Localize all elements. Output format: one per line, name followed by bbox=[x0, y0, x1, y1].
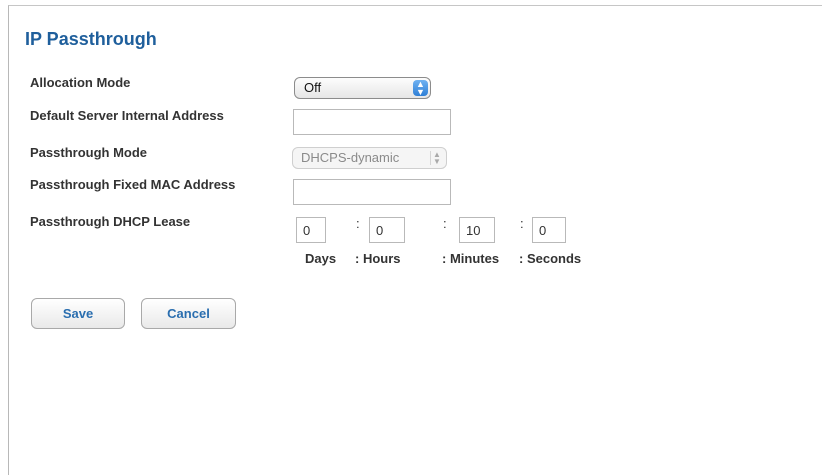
select-arrows-icon: ▲ ▼ bbox=[430, 151, 443, 166]
lease-days-input[interactable] bbox=[296, 217, 326, 243]
allocation-mode-select[interactable]: Off ▲ ▼ bbox=[294, 77, 431, 99]
save-button[interactable]: Save bbox=[31, 298, 125, 329]
default-server-address-input[interactable] bbox=[293, 109, 451, 135]
lease-colon: : bbox=[520, 216, 524, 231]
lease-days-unit: Days bbox=[305, 251, 337, 266]
cancel-button[interactable]: Cancel bbox=[141, 298, 236, 329]
allocation-mode-label: Allocation Mode bbox=[30, 75, 131, 90]
lease-colon: : bbox=[356, 216, 360, 231]
fixed-mac-address-input[interactable] bbox=[293, 179, 451, 205]
lease-hours-unit: : Hours bbox=[355, 251, 401, 266]
page-title: IP Passthrough bbox=[25, 29, 157, 49]
passthrough-mode-label: Passthrough Mode bbox=[30, 145, 148, 160]
fixed-mac-label: Passthrough Fixed MAC Address bbox=[30, 177, 236, 192]
passthrough-mode-value: DHCPS-dynamic bbox=[301, 150, 400, 165]
lease-minutes-unit: : Minutes bbox=[442, 251, 500, 266]
dhcp-lease-label: Passthrough DHCP Lease bbox=[30, 214, 191, 229]
lease-seconds-unit: : Seconds bbox=[519, 251, 582, 266]
lease-hours-input[interactable] bbox=[369, 217, 405, 243]
passthrough-mode-select[interactable]: DHCPS-dynamic ▲ ▼ bbox=[292, 147, 447, 169]
allocation-mode-value: Off bbox=[304, 80, 322, 95]
select-arrows-icon: ▲ ▼ bbox=[413, 80, 428, 97]
lease-minutes-input[interactable] bbox=[459, 217, 495, 243]
lease-colon: : bbox=[443, 216, 447, 231]
default-server-label: Default Server Internal Address bbox=[30, 108, 224, 123]
lease-seconds-input[interactable] bbox=[532, 217, 566, 243]
